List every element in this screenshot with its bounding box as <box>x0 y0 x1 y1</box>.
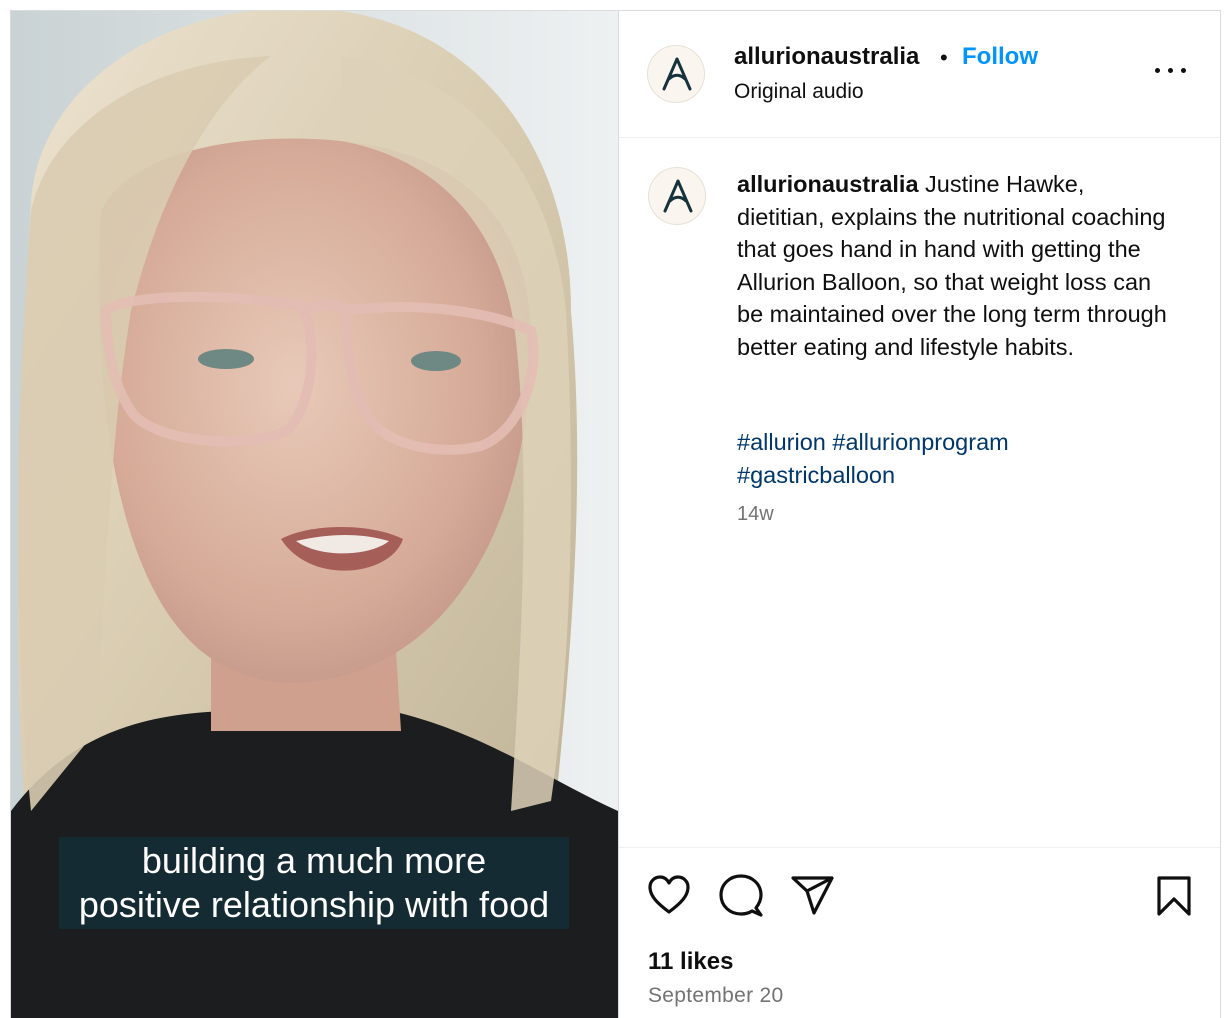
likes-count[interactable]: 11 likes <box>648 948 733 976</box>
panel-divider <box>618 11 619 1018</box>
allurion-logo-icon <box>663 179 693 213</box>
header-username[interactable]: allurionaustralia <box>734 43 919 71</box>
video-subtitle: building a much more positive relationsh… <box>59 837 569 929</box>
caption-username[interactable]: allurionaustralia <box>737 171 919 197</box>
hashtag-link[interactable]: #gastricballoon <box>737 462 895 488</box>
bookmark-icon[interactable] <box>1155 875 1193 922</box>
post-age[interactable]: 14w <box>737 503 774 526</box>
post-caption: allurionaustralia Justine Hawke, dietiti… <box>737 168 1177 363</box>
subtitle-line-1: building a much more <box>141 840 487 881</box>
heart-icon[interactable] <box>647 874 691 921</box>
subtitle-line-2: positive relationship with food <box>78 884 550 925</box>
hashtags: #allurion #allurionprogram #gastricballo… <box>737 426 1177 491</box>
actions-divider <box>619 847 1220 848</box>
video-player[interactable]: building a much more positive relationsh… <box>11 11 618 1018</box>
header-divider <box>619 137 1220 138</box>
hashtag-link[interactable]: #allurionprogram <box>832 429 1008 455</box>
header-separator: • <box>940 45 948 70</box>
hashtag-link[interactable]: #allurion <box>737 429 826 455</box>
allurion-logo-icon <box>662 57 692 91</box>
original-audio-link[interactable]: Original audio <box>734 80 864 104</box>
more-horizontal-icon[interactable] <box>1155 68 1187 80</box>
caption-avatar[interactable] <box>648 167 706 225</box>
follow-button[interactable]: Follow <box>962 43 1038 71</box>
caption-text: Justine Hawke, dietitian, explains the n… <box>737 171 1167 360</box>
post-date: September 20 <box>648 984 784 1007</box>
share-icon[interactable] <box>790 874 836 921</box>
comment-icon[interactable] <box>718 873 764 924</box>
header-avatar[interactable] <box>647 45 705 103</box>
